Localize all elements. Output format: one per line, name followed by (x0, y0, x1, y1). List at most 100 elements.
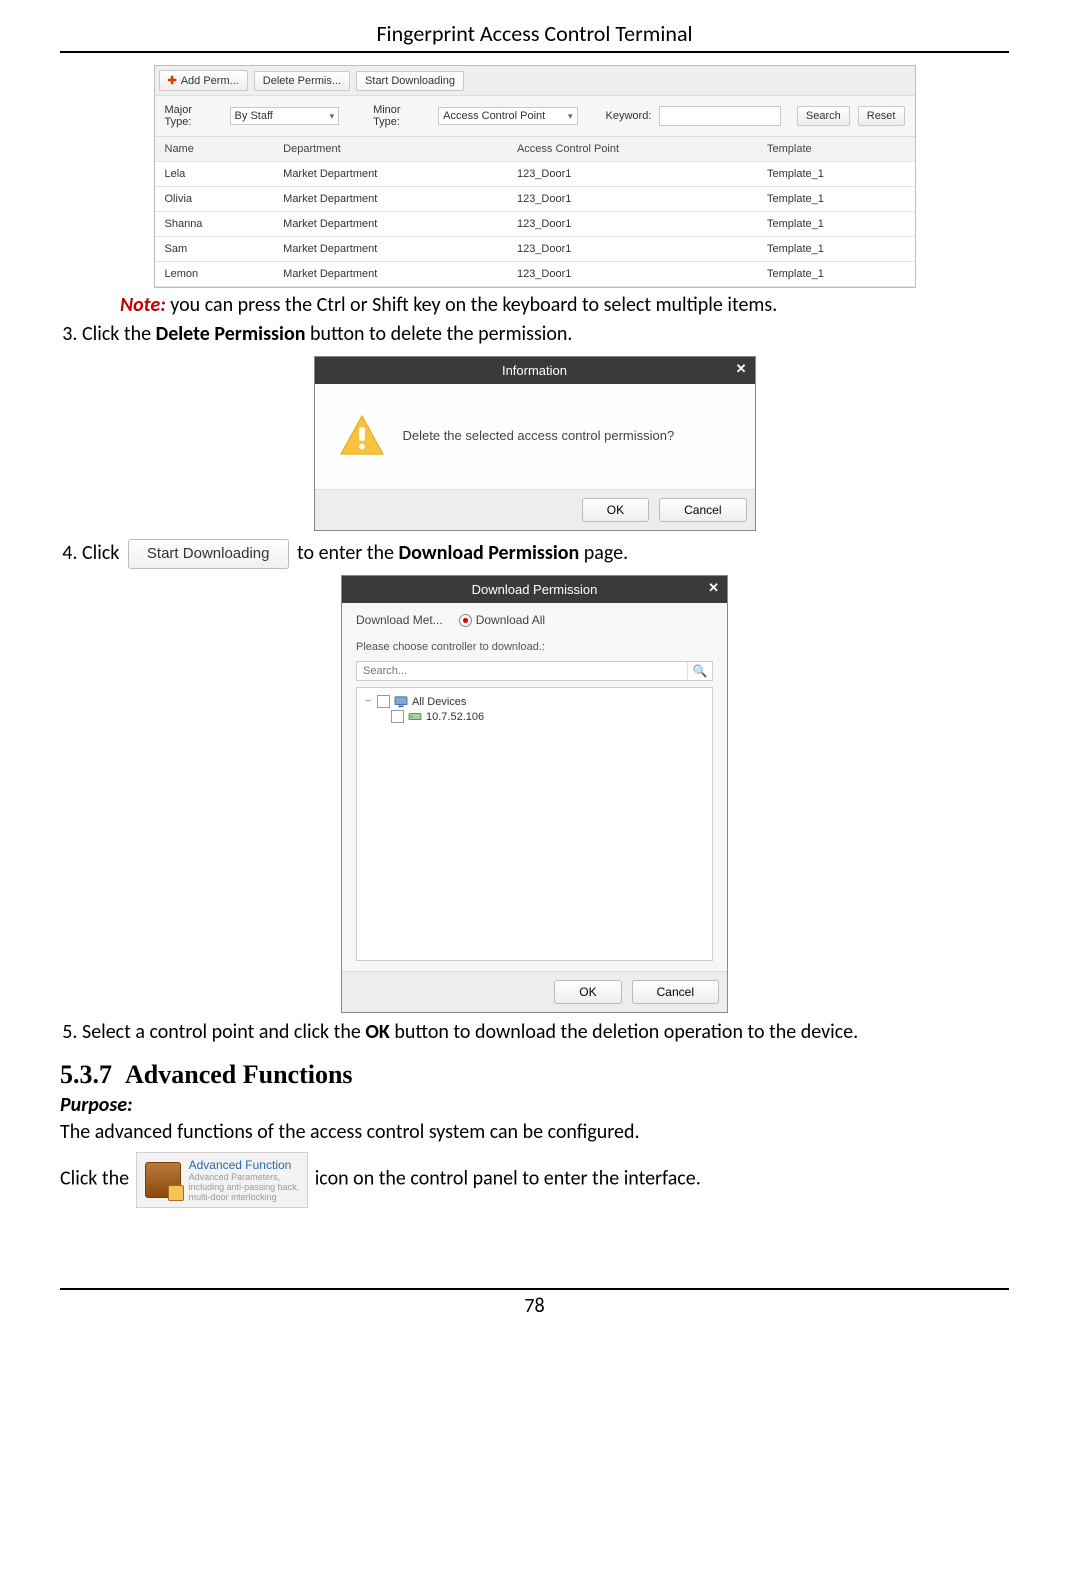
chevron-down-icon: ▾ (568, 111, 573, 122)
minor-type-value: Access Control Point (443, 110, 545, 122)
plus-icon: ✚ (168, 74, 177, 87)
step3-text-a: Click the (82, 322, 156, 346)
door-icon (145, 1162, 181, 1198)
header-rule (60, 51, 1009, 53)
section-title: Advanced Functions (125, 1060, 353, 1089)
download-all-label: Download All (476, 613, 545, 627)
section-number: 5.3.7 (60, 1060, 112, 1089)
ok-button[interactable]: OK (582, 498, 649, 522)
table-cell: 123_Door1 (507, 237, 757, 262)
add-permission-button[interactable]: ✚ Add Perm... (159, 70, 248, 91)
tree-child-label: 10.7.52.106 (426, 711, 484, 723)
minor-type-select[interactable]: Access Control Point ▾ (438, 107, 577, 125)
table-cell: Market Department (273, 162, 507, 187)
step4-d: page. (579, 541, 628, 565)
adv-tile-title: Advanced Function (189, 1157, 300, 1173)
table-cell: Template_1 (757, 162, 914, 187)
checkbox[interactable] (377, 695, 390, 708)
device-tree: − All Devices 10.7.52.106 (356, 687, 713, 961)
tree-root-label: All Devices (412, 696, 466, 708)
step3-text-c: button to delete the permission. (305, 322, 572, 346)
major-type-value: By Staff (235, 110, 273, 122)
table-row[interactable]: LelaMarket Department123_Door1Template_1 (155, 162, 915, 187)
table-cell: Lela (155, 162, 274, 187)
step-3: Click the Delete Permission button to de… (82, 321, 1009, 348)
dialog-title: Information (502, 363, 567, 378)
dialog-message: Delete the selected access control permi… (403, 427, 675, 445)
permissions-panel: ✚ Add Perm... Delete Permis... Start Dow… (154, 65, 916, 288)
step5-c: button to download the deletion operatio… (390, 1020, 858, 1044)
step4-a: Click (82, 541, 124, 565)
radio-icon (459, 614, 472, 627)
add-label: Add Perm... (181, 75, 239, 87)
close-icon[interactable]: ✕ (736, 361, 747, 377)
start-downloading-inline-button[interactable]: Start Downloading (128, 539, 289, 569)
page-footer: 78 (60, 1288, 1009, 1318)
step5-a: Select a control point and click the (82, 1020, 365, 1044)
tree-root[interactable]: − All Devices (363, 694, 706, 709)
dialog-titlebar: Download Permission ✕ (342, 576, 727, 603)
adv-text-b: icon on the control panel to enter the i… (310, 1167, 701, 1191)
checkbox[interactable] (391, 710, 404, 723)
close-icon[interactable]: ✕ (708, 580, 719, 596)
table-cell: 123_Door1 (507, 187, 757, 212)
filter-bar: Major Type: By Staff ▾ Minor Type: Acces… (155, 96, 915, 137)
table-cell: 123_Door1 (507, 212, 757, 237)
reset-button[interactable]: Reset (858, 106, 905, 126)
step-5: Select a control point and click the OK … (82, 1019, 1009, 1046)
delete-permission-button[interactable]: Delete Permis... (254, 71, 350, 91)
adv-tile-text: Advanced Function Advanced Parameters, i… (189, 1157, 300, 1203)
section-heading: 5.3.7 Advanced Functions (60, 1060, 1009, 1090)
download-method-row: Download Met... Download All (342, 603, 727, 637)
device-icon (408, 711, 422, 723)
tree-child[interactable]: 10.7.52.106 (363, 709, 706, 724)
table-cell: Template_1 (757, 212, 914, 237)
step4-bold: Download Permission (398, 541, 579, 565)
col-name: Name (155, 137, 274, 162)
cancel-button[interactable]: Cancel (632, 980, 719, 1004)
advanced-function-tile[interactable]: Advanced Function Advanced Parameters, i… (136, 1152, 309, 1208)
note-label: Note: (120, 293, 166, 317)
page-title: Fingerprint Access Control Terminal (60, 20, 1009, 47)
step-4: Click Start Downloading to enter the Dow… (82, 539, 1009, 569)
table-cell: 123_Door1 (507, 162, 757, 187)
table-cell: Template_1 (757, 187, 914, 212)
col-template: Template (757, 137, 914, 162)
table-cell: Olivia (155, 187, 274, 212)
adv-text-a: Click the (60, 1167, 134, 1191)
table-cell: Template_1 (757, 262, 914, 287)
search-icon[interactable]: 🔍 (687, 662, 712, 680)
table-row[interactable]: OliviaMarket Department123_Door1Template… (155, 187, 915, 212)
dialog-title: Download Permission (472, 582, 598, 597)
permissions-table: Name Department Access Control Point Tem… (155, 137, 915, 287)
controller-search: 🔍 (356, 661, 713, 681)
cancel-button[interactable]: Cancel (659, 498, 746, 522)
step4-b: to enter the (293, 541, 399, 565)
table-row[interactable]: SamMarket Department123_Door1Template_1 (155, 237, 915, 262)
download-method-label: Download Met... (356, 613, 443, 627)
page-number: 78 (524, 1294, 544, 1318)
table-cell: 123_Door1 (507, 262, 757, 287)
download-permission-dialog: Download Permission ✕ Download Met... Do… (341, 575, 728, 1013)
major-type-select[interactable]: By Staff ▾ (230, 107, 340, 125)
toolbar: ✚ Add Perm... Delete Permis... Start Dow… (155, 66, 915, 96)
search-button[interactable]: Search (797, 106, 850, 126)
table-cell: Lemon (155, 262, 274, 287)
footer-rule (60, 1288, 1009, 1290)
start-downloading-button[interactable]: Start Downloading (356, 71, 464, 91)
table-row[interactable]: ShannaMarket Department123_Door1Template… (155, 212, 915, 237)
collapse-icon[interactable]: − (363, 696, 373, 707)
table-cell: Shanna (155, 212, 274, 237)
keyword-input[interactable] (659, 106, 781, 126)
chevron-down-icon: ▾ (330, 111, 335, 122)
table-cell: Market Department (273, 237, 507, 262)
table-row[interactable]: LemonMarket Department123_Door1Template_… (155, 262, 915, 287)
purpose-label: Purpose: (60, 1092, 1009, 1119)
download-all-radio[interactable]: Download All (459, 613, 545, 627)
col-acp: Access Control Point (507, 137, 757, 162)
ok-button[interactable]: OK (554, 980, 621, 1004)
table-cell: Market Department (273, 262, 507, 287)
minor-type-label: Minor Type: (373, 104, 430, 128)
table-cell: Market Department (273, 212, 507, 237)
search-input[interactable] (357, 662, 687, 680)
